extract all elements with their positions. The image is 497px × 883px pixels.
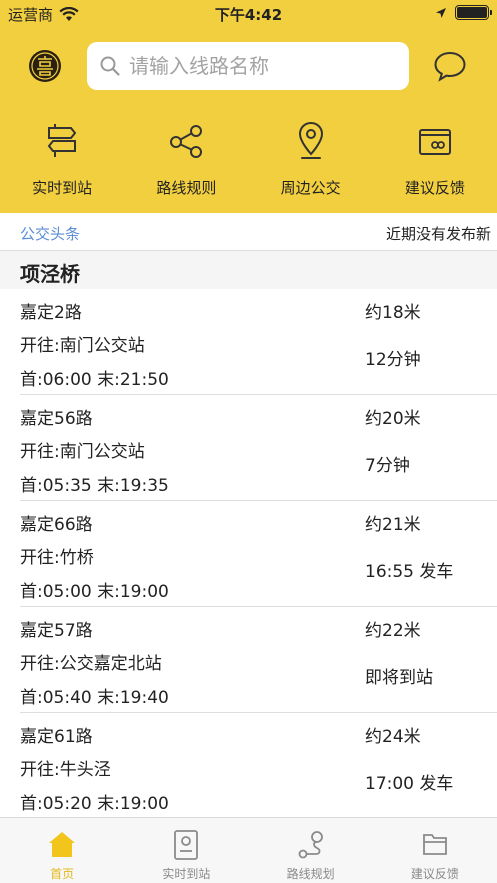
quick-actions: 实时到站 路线规则 周边公交 建议反馈 xyxy=(0,116,497,206)
route-plan-icon xyxy=(298,831,323,859)
route-service-times: 首:05:20 末:19:00 xyxy=(20,794,169,814)
app-logo-icon[interactable] xyxy=(28,49,62,83)
share-nodes-icon xyxy=(170,125,203,158)
route-eta: 即将到站 xyxy=(365,668,433,688)
route-destination: 开往:南门公交站 xyxy=(20,336,145,356)
route-eta: 17:00 发车 xyxy=(365,774,454,794)
route-destination: 开往:牛头泾 xyxy=(20,760,111,780)
quick-realtime-arrival[interactable]: 实时到站 xyxy=(0,116,124,206)
route-destination: 开往:竹桥 xyxy=(20,548,94,568)
location-arrow-icon xyxy=(436,7,446,18)
quick-nearby-bus[interactable]: 周边公交 xyxy=(249,116,373,206)
route-name: 嘉定57路 xyxy=(20,621,93,641)
tab-home-label: 首页 xyxy=(50,867,75,881)
status-time: 下午4:42 xyxy=(214,6,283,24)
route-row[interactable]: 嘉定61路 开往:牛头泾 首:05:20 末:19:00 约24米 17:00 … xyxy=(0,713,497,817)
route-eta: 16:55 发车 xyxy=(365,562,454,582)
realtime-card-icon xyxy=(174,830,199,860)
home-icon xyxy=(49,832,76,857)
route-destination: 开往:南门公交站 xyxy=(20,442,145,462)
route-row[interactable]: 嘉定56路 开往:南门公交站 首:05:35 末:19:35 约20米 7分钟 xyxy=(0,395,497,501)
route-eta: 7分钟 xyxy=(365,456,410,476)
status-bar: 运营商 下午4:42 xyxy=(0,0,497,28)
header-area: 运营商 下午4:42 请输入线路名称 实时到站 路线规则 周边公交 建议反馈 xyxy=(0,0,497,213)
message-icon[interactable] xyxy=(433,50,467,82)
news-ticker[interactable]: 公交头条 近期没有发布新 xyxy=(0,213,497,251)
search-bar[interactable] xyxy=(87,42,409,90)
route-name: 嘉定66路 xyxy=(20,515,93,535)
battery-icon xyxy=(455,5,492,20)
route-list: 嘉定2路 开往:南门公交站 首:06:00 末:21:50 约18米 12分钟 … xyxy=(0,289,497,817)
route-row[interactable]: 嘉定66路 开往:竹桥 首:05:00 末:19:00 约21米 16:55 发… xyxy=(0,501,497,607)
route-distance: 约20米 xyxy=(365,409,421,429)
route-service-times: 首:05:35 末:19:35 xyxy=(20,476,169,496)
quick-feedback[interactable]: 建议反馈 xyxy=(373,116,497,206)
route-service-times: 首:06:00 末:21:50 xyxy=(20,370,169,390)
route-name: 嘉定2路 xyxy=(20,303,82,323)
route-eta: 12分钟 xyxy=(365,350,421,370)
route-row[interactable]: 嘉定2路 开往:南门公交站 首:06:00 末:21:50 约18米 12分钟 xyxy=(0,289,497,395)
news-tag[interactable]: 公交头条 xyxy=(20,223,80,244)
route-row[interactable]: 嘉定57路 开往:公交嘉定北站 首:05:40 末:19:40 约22米 即将到… xyxy=(0,607,497,713)
search-input[interactable] xyxy=(129,54,389,78)
signpost-icon xyxy=(47,124,77,157)
location-pin-icon xyxy=(298,121,323,159)
route-service-times: 首:05:40 末:19:40 xyxy=(20,688,169,708)
quick-realtime-label: 实时到站 xyxy=(32,179,93,197)
tab-feedback[interactable]: 建议反馈 xyxy=(373,818,497,883)
quick-feedback-label: 建议反馈 xyxy=(404,179,465,197)
quick-route-label: 路线规则 xyxy=(156,179,217,197)
route-name: 嘉定61路 xyxy=(20,727,93,747)
bottom-tab-bar: 首页 实时到站 路线规划 建议反馈 xyxy=(0,817,497,883)
search-icon xyxy=(100,56,120,76)
tab-realtime[interactable]: 实时到站 xyxy=(124,818,248,883)
tab-route-plan-label: 路线规划 xyxy=(286,867,335,881)
feedback-card-icon xyxy=(418,129,451,155)
route-distance: 约22米 xyxy=(365,621,421,641)
route-name: 嘉定56路 xyxy=(20,409,93,429)
route-distance: 约18米 xyxy=(365,303,421,323)
status-right xyxy=(435,5,492,20)
folder-icon xyxy=(422,834,447,855)
tab-route-plan[interactable]: 路线规划 xyxy=(249,818,373,883)
tab-home[interactable]: 首页 xyxy=(0,818,124,883)
route-service-times: 首:05:00 末:19:00 xyxy=(20,582,169,602)
news-text: 近期没有发布新 xyxy=(386,225,492,243)
route-destination: 开往:公交嘉定北站 xyxy=(20,654,162,674)
tab-feedback-label: 建议反馈 xyxy=(410,867,459,881)
station-name: 项泾桥 xyxy=(20,262,80,286)
route-distance: 约21米 xyxy=(365,515,421,535)
quick-route-rules[interactable]: 路线规则 xyxy=(124,116,248,206)
station-header: 项泾桥 xyxy=(0,252,497,289)
route-distance: 约24米 xyxy=(365,727,421,747)
tab-realtime-label: 实时到站 xyxy=(162,867,211,881)
quick-nearby-label: 周边公交 xyxy=(280,179,341,197)
